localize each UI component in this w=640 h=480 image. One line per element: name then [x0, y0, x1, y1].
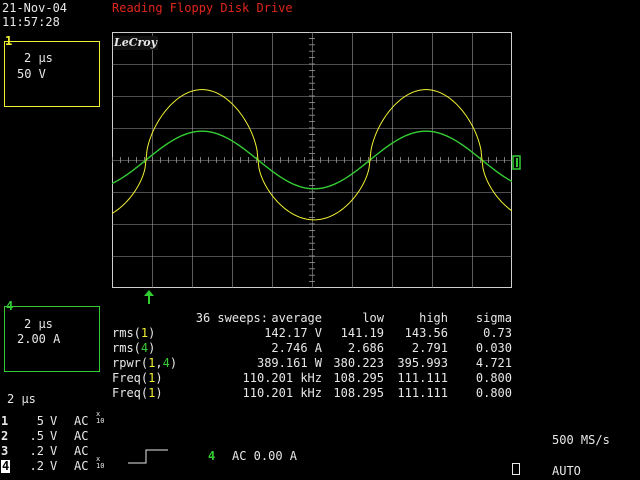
trigger-mode: AUTO: [552, 464, 581, 478]
low-value: 108.295: [333, 371, 384, 385]
high-header: high: [419, 311, 448, 325]
low-value: 2.686: [347, 341, 384, 355]
sigma-header: sigma: [475, 311, 512, 325]
measurement-label[interactable]: rpwr(1,4): [112, 356, 177, 370]
lecroy-logo: LeCroy: [113, 36, 159, 50]
average-header: average: [271, 311, 322, 325]
channel-unit: V: [50, 459, 58, 473]
trigger-edge-icon: [128, 449, 168, 464]
low-value: 380.223: [333, 356, 384, 370]
trigger-level-marker[interactable]: [512, 154, 522, 172]
channel-coupling: AC: [74, 414, 89, 428]
channel-volts: 5: [36, 414, 44, 428]
channel-unit: V: [50, 444, 58, 458]
channel-number: 4: [1, 459, 11, 473]
acquisition-status-icon: [512, 463, 520, 475]
param-name: rms(: [112, 341, 141, 355]
param-name: Freq(: [112, 386, 149, 400]
channel-4-timebase: 2 µs: [24, 317, 53, 331]
channel-volts: .5: [29, 429, 44, 443]
measurement-label[interactable]: rms(4): [112, 341, 155, 355]
trigger-channel: 4: [208, 449, 216, 463]
channel-probe: x 10: [96, 410, 105, 425]
param-separator: ,: [155, 356, 163, 370]
channel-1-box[interactable]: 2 µs 50 V: [4, 41, 100, 107]
average-value: 2.746 A: [271, 341, 322, 355]
channel-number: 3: [1, 444, 9, 458]
channel-coupling: AC: [74, 444, 89, 458]
trigger-setting: AC 0.00 A: [232, 449, 298, 463]
low-value: 108.295: [333, 386, 384, 400]
channel-1-timebase: 2 µs: [24, 51, 53, 65]
param-close: ): [155, 371, 163, 385]
high-value: 395.993: [397, 356, 448, 370]
sigma-value: 0.800: [475, 371, 512, 385]
channel-4-box[interactable]: 2 µs 2.00 A: [4, 306, 100, 372]
param-close: ): [155, 386, 163, 400]
measurement-label[interactable]: Freq(1): [112, 386, 163, 400]
param-name: rpwr(: [112, 356, 149, 370]
channel-unit: V: [50, 414, 58, 428]
channel-unit: V: [50, 429, 58, 443]
channel-4-scale: 2.00 A: [17, 332, 61, 346]
low-value: 141.19: [340, 326, 384, 340]
low-header: low: [362, 311, 384, 325]
time-readout: 11:57:28: [2, 15, 60, 29]
high-value: 111.111: [397, 386, 448, 400]
sigma-value: 0.800: [475, 386, 512, 400]
sigma-value: 4.721: [475, 356, 512, 370]
channel-1-scale: 50 V: [17, 67, 46, 81]
average-value: 142.17 V: [264, 326, 322, 340]
param-close: ): [148, 326, 156, 340]
channel-coupling: AC: [74, 459, 89, 473]
param-channel-2: 4: [162, 356, 170, 370]
param-close: ): [148, 341, 156, 355]
sigma-value: 0.030: [475, 341, 512, 355]
measurement-label[interactable]: rms(1): [112, 326, 155, 340]
timebase-readout: 2 µs: [7, 392, 36, 406]
high-value: 111.111: [397, 371, 448, 385]
sample-rate: 500 MS/s: [552, 433, 610, 447]
high-value: 2.791: [411, 341, 448, 355]
channel-4-tag: 4: [6, 299, 14, 313]
average-value: 110.201 kHz: [242, 386, 322, 400]
channel-volts: .2: [29, 459, 44, 473]
param-close: ): [169, 356, 178, 370]
param-name: rms(: [112, 326, 141, 340]
channel-number: 1: [1, 414, 9, 428]
channel-probe: x 10: [96, 455, 105, 470]
average-value: 110.201 kHz: [242, 371, 322, 385]
channel-1-tag: 1: [5, 34, 13, 48]
high-value: 143.56: [404, 326, 448, 340]
average-value: 389.161 W: [256, 356, 322, 370]
date-readout: 21-Nov-04: [2, 1, 68, 15]
waveform-grid: [112, 32, 512, 288]
channel-number: 2: [1, 429, 9, 443]
channel-volts: .2: [29, 444, 44, 458]
sigma-value: 0.73: [483, 326, 512, 340]
param-name: Freq(: [112, 371, 149, 385]
trigger-position-arrow-icon[interactable]: [143, 289, 155, 305]
screen-title: Reading Floppy Disk Drive: [112, 1, 293, 15]
measurement-label[interactable]: Freq(1): [112, 371, 163, 385]
channel-coupling: AC: [74, 429, 89, 443]
